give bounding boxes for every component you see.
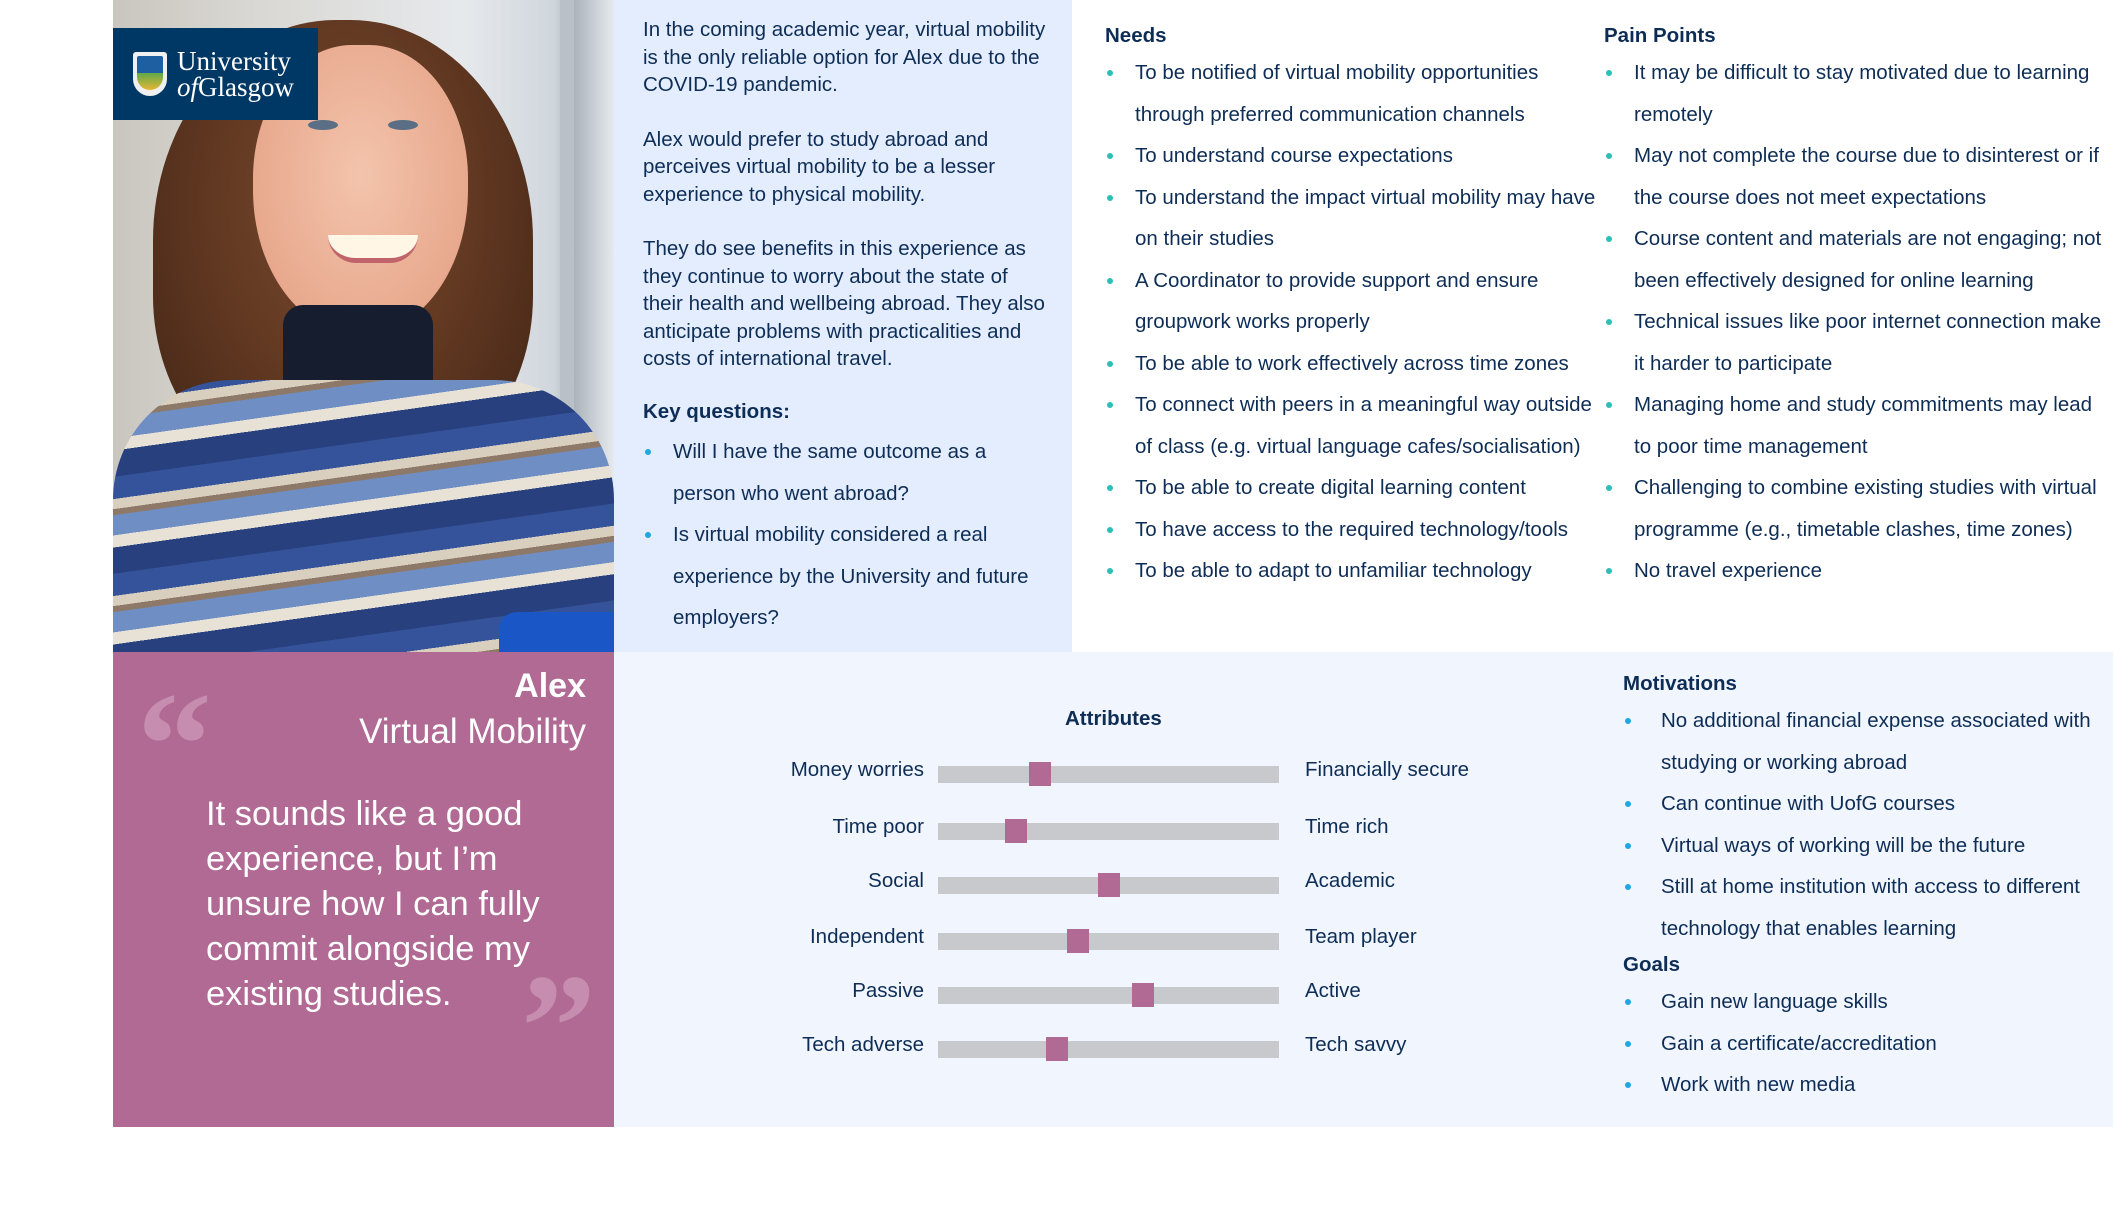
needs-list: To be notified of virtual mobility oppor… — [1105, 52, 1605, 592]
attribute-marker — [1029, 762, 1052, 786]
goals-list: Gain new language skills Gain a certific… — [1623, 981, 2113, 1106]
attributes-title: Attributes — [1065, 707, 1162, 730]
photo-eye-right — [388, 120, 418, 130]
attribute-track — [938, 762, 1279, 786]
persona-quote-panel: “ Alex Virtual Mobility It sounds like a… — [113, 652, 614, 1127]
attribute-track — [938, 819, 1279, 843]
attribute-track — [938, 983, 1279, 1007]
list-item: Gain a certificate/accreditation — [1623, 1023, 2113, 1065]
list-item: To understand the impact virtual mobilit… — [1105, 177, 1605, 260]
motivations-heading: Motivations — [1623, 672, 1737, 695]
photo-smile — [328, 235, 418, 263]
list-item: Virtual ways of working will be the futu… — [1623, 825, 2113, 867]
university-logo: University ofGlasgow — [113, 28, 318, 120]
attribute-track — [938, 1037, 1279, 1061]
goals-heading: Goals — [1623, 953, 1680, 976]
photo-eye-left — [308, 120, 338, 130]
list-item: To be able to create digital learning co… — [1105, 467, 1605, 509]
crest-icon — [133, 52, 167, 96]
attribute-marker — [1046, 1037, 1069, 1061]
attribute-track — [938, 873, 1279, 897]
list-item: No travel experience — [1604, 550, 2114, 592]
list-item: To understand course expectations — [1105, 135, 1605, 177]
list-item: To have access to the required technolog… — [1105, 509, 1605, 551]
list-item: A Coordinator to provide support and ens… — [1105, 260, 1605, 343]
list-item: Is virtual mobility considered a real ex… — [643, 514, 1050, 639]
pain-points-section: Pain Points It may be difficult to stay … — [1604, 20, 2114, 592]
attribute-left-label: Money worries — [790, 758, 924, 781]
needs-section: Needs To be notified of virtual mobility… — [1105, 20, 1605, 592]
pain-points-heading: Pain Points — [1604, 24, 1716, 47]
attribute-right-label: Active — [1305, 979, 1361, 1002]
logo-line1: University — [177, 46, 291, 76]
close-quote-icon: ” — [521, 944, 596, 1110]
persona-name: Alex — [514, 667, 586, 705]
logo-line2-text: Glasgow — [198, 72, 295, 102]
attribute-row: Money worries Financially secure — [614, 752, 1614, 792]
attribute-row: Passive Active — [614, 973, 1614, 1013]
attribute-left-label: Tech adverse — [802, 1033, 924, 1056]
key-questions-heading: Key questions: — [643, 399, 790, 423]
intro-paragraph: In the coming academic year, virtual mob… — [643, 18, 1046, 96]
attribute-right-label: Team player — [1305, 925, 1417, 948]
photo-cup — [499, 612, 614, 652]
list-item: Technical issues like poor internet conn… — [1604, 301, 2114, 384]
logo-line2-prefix: of — [177, 72, 199, 102]
list-item: May not complete the course due to disin… — [1604, 135, 2114, 218]
attribute-left-label: Passive — [852, 979, 924, 1002]
intro-panel: In the coming academic year, virtual mob… — [614, 0, 1072, 652]
attribute-right-label: Tech savvy — [1305, 1033, 1407, 1056]
logo-line2: ofGlasgow — [177, 72, 295, 102]
attribute-right-label: Academic — [1305, 869, 1396, 892]
intro-paragraph: They do see benefits in this experience … — [643, 237, 1045, 370]
pain-points-list: It may be difficult to stay motivated du… — [1604, 52, 2114, 592]
list-item: Work with new media — [1623, 1064, 2113, 1106]
key-questions-list: Will I have the same outcome as a person… — [643, 431, 1050, 639]
list-item: Course content and materials are not eng… — [1604, 218, 2114, 301]
motivations-list: No additional financial expense associat… — [1623, 700, 2113, 949]
list-item: To be able to work effectively across ti… — [1105, 343, 1605, 385]
attribute-left-label: Independent — [809, 925, 924, 948]
attribute-row: Tech adverse Tech savvy — [614, 1027, 1614, 1067]
list-item: To be notified of virtual mobility oppor… — [1105, 52, 1605, 135]
attribute-track — [938, 929, 1279, 953]
attribute-row: Time poor Time rich — [614, 809, 1614, 849]
attribute-row: Social Academic — [614, 863, 1614, 903]
needs-heading: Needs — [1105, 24, 1167, 47]
attribute-marker — [1066, 929, 1089, 953]
list-item: Managing home and study commitments may … — [1604, 384, 2114, 467]
list-item: Gain new language skills — [1623, 981, 2113, 1023]
attribute-left-label: Social — [868, 869, 924, 892]
list-item: Still at home institution with access to… — [1623, 866, 2113, 949]
attribute-marker — [1097, 873, 1120, 897]
attribute-right-label: Financially secure — [1305, 758, 1470, 781]
persona-role: Virtual Mobility — [359, 712, 586, 751]
list-item: Can continue with UofG courses — [1623, 783, 2113, 825]
list-item: It may be difficult to stay motivated du… — [1604, 52, 2114, 135]
list-item: Challenging to combine existing studies … — [1604, 467, 2114, 550]
open-quote-icon: “ — [137, 662, 212, 828]
attribute-right-label: Time rich — [1305, 815, 1389, 838]
list-item: No additional financial expense associat… — [1623, 700, 2113, 783]
motivations-goals-section: Motivations No additional financial expe… — [1623, 668, 2113, 1106]
attribute-row: Independent Team player — [614, 919, 1614, 959]
intro-paragraph: Alex would prefer to study abroad and pe… — [643, 127, 996, 206]
list-item: To be able to adapt to unfamiliar techno… — [1105, 550, 1605, 592]
attribute-marker — [1005, 819, 1028, 843]
attribute-marker — [1131, 983, 1154, 1007]
logo-wordmark: University ofGlasgow — [177, 46, 295, 102]
list-item: Will I have the same outcome as a person… — [643, 431, 1050, 514]
attribute-left-label: Time poor — [832, 815, 924, 838]
list-item: To connect with peers in a meaningful wa… — [1105, 384, 1605, 467]
